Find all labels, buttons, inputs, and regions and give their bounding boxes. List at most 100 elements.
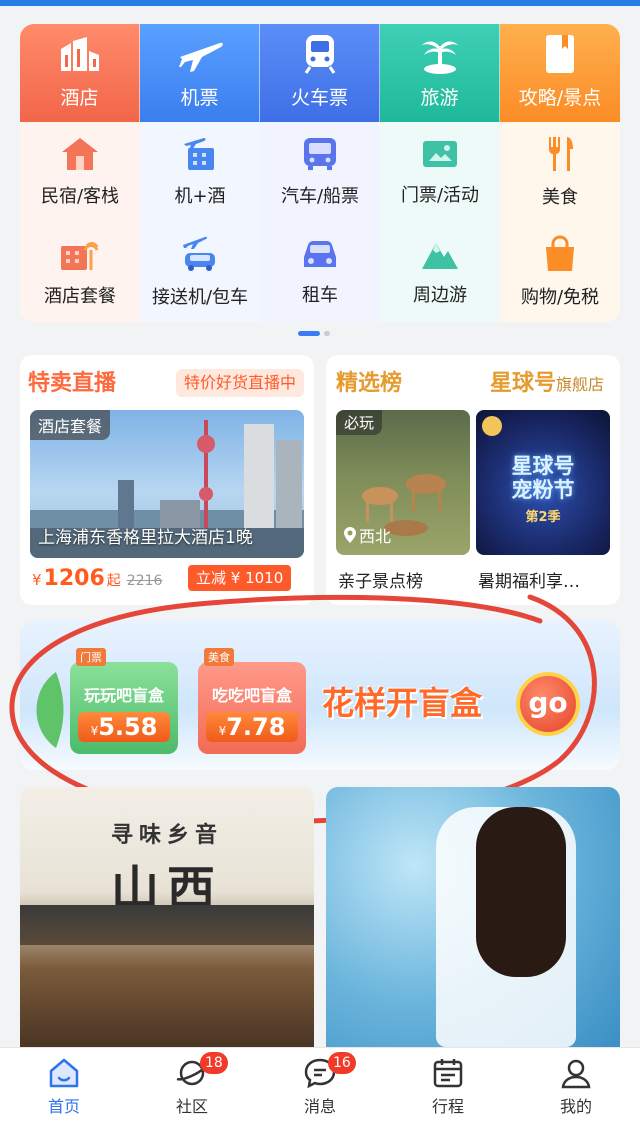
menu-nearby-trips-label: 周边游: [413, 285, 467, 306]
banner-slogan: 花样开盲盒: [322, 684, 483, 722]
menu-flight[interactable]: 机票: [140, 24, 260, 122]
brand-store-link[interactable]: 星球号旗舰店: [490, 365, 604, 397]
guide-book-icon: [546, 35, 574, 73]
live-sale-card[interactable]: 特卖直播 特价好货直播中 酒店套餐 上海浦东香格里拉大酒店1晚 ¥ 1206 起…: [20, 355, 314, 605]
location-text: 西北: [359, 527, 392, 546]
hotel-icon: [60, 37, 99, 71]
feed1-prefix: 寻味乡音: [110, 823, 223, 848]
festival-title: 星球号 宠粉节: [476, 454, 610, 502]
menu-guide[interactable]: 攻略/景点: [500, 24, 620, 122]
menu-train[interactable]: 火车票: [260, 24, 380, 122]
live-sale-tag[interactable]: 特价好货直播中: [175, 369, 304, 397]
car-icon: [304, 241, 336, 267]
service-grid: 酒店 机票 火车票 旅游 攻略/景点 民宿/客栈 机+酒 汽车/船票 门票/活动…: [20, 24, 620, 322]
menu-food[interactable]: 美食: [500, 122, 620, 222]
community-badge: 18: [200, 1052, 228, 1074]
menu-shopping-label: 购物/免税: [520, 287, 600, 308]
portrait-hair-image: [476, 807, 566, 977]
discount-badge: 立减 ¥ 1010: [188, 565, 292, 591]
ranking-card[interactable]: 精选榜 星球号旗舰店 必玩 西北 星球号 宠粉节 第2季 亲子景点榜 暑期福利享…: [326, 355, 620, 605]
bottom-tab-bar: 首页 18 社区 16 消息 行程 我的: [0, 1047, 640, 1125]
tab-profile[interactable]: 我的: [512, 1048, 640, 1125]
box1-price-value: 5.58: [98, 713, 158, 741]
tab-community[interactable]: 18 社区: [128, 1048, 256, 1125]
feed-card-shanxi[interactable]: 寻味乡音 山西: [20, 787, 314, 1047]
menu-travel-label: 旅游: [420, 87, 459, 109]
menu-flight-label: 机票: [180, 87, 219, 109]
original-price: 2216: [126, 573, 163, 589]
leaf-decoration: [36, 672, 64, 748]
top-accent-line: [0, 0, 640, 6]
tab-profile-label: 我的: [559, 1097, 592, 1116]
menu-travel[interactable]: 旅游: [380, 24, 500, 122]
box1-tag: 门票: [76, 648, 106, 666]
page-dot: [324, 331, 330, 336]
main-services-row: 酒店 机票 火车票 旅游 攻略/景点: [20, 24, 620, 122]
menu-car-rental[interactable]: 租车: [260, 222, 380, 322]
festival-season: 第2季: [525, 510, 561, 525]
hotel-caption: 上海浦东香格里拉大酒店1晚: [38, 528, 253, 548]
temple-roof-image: [20, 905, 314, 945]
third-services-row: 酒店套餐 接送机/包车 租车 周边游 购物/免税: [20, 222, 620, 322]
tab-home-label: 首页: [47, 1097, 80, 1116]
menu-hotel-package-label: 酒店套餐: [44, 286, 116, 307]
calendar-icon: [433, 1059, 463, 1088]
box2-name: 吃吃吧盲盒: [211, 686, 292, 705]
tab-itinerary[interactable]: 行程: [384, 1048, 512, 1125]
box1-name: 玩玩吧盲盒: [83, 686, 164, 705]
go-button[interactable]: go: [516, 672, 580, 736]
brand-suffix: 旗舰店: [555, 375, 604, 394]
bus-icon: [304, 138, 336, 170]
menu-nearby-trips[interactable]: 周边游: [380, 222, 500, 322]
feed-card-portrait[interactable]: [326, 787, 620, 1047]
menu-bus-ship-label: 汽车/船票: [280, 186, 360, 207]
menu-bus-ship[interactable]: 汽车/船票: [260, 122, 380, 222]
menu-tickets-label: 门票/活动: [400, 185, 480, 206]
menu-car-rental-label: 租车: [302, 285, 338, 306]
mountain-icon: [422, 243, 458, 269]
festival-line2: 宠粉节: [511, 478, 575, 502]
train-icon: [304, 35, 335, 74]
tab-itinerary-label: 行程: [431, 1097, 464, 1116]
brand-name: 星球号: [489, 371, 556, 396]
ranking-title: 精选榜: [336, 371, 403, 396]
menu-food-label: 美食: [542, 187, 578, 208]
menu-homestay-label: 民宿/客栈: [40, 186, 120, 207]
menu-flight-hotel[interactable]: 机+酒: [140, 122, 260, 222]
play-blind-box[interactable]: 门票 玩玩吧盲盒 ¥5.58: [70, 648, 178, 754]
price-currency: ¥: [32, 571, 42, 589]
festival-line1: 星球号: [511, 454, 575, 478]
shopping-bag-icon: [546, 235, 574, 271]
price-suffix: 起: [106, 573, 121, 589]
eat-blind-box[interactable]: 美食 吃吃吧盲盒 ¥7.78: [198, 648, 306, 754]
blind-box-banner[interactable]: 门票 玩玩吧盲盒 ¥5.58 美食 吃吃吧盲盒 ¥7.78 花样开盲盒 go: [20, 620, 620, 770]
family-spots-photo[interactable]: 必玩 西北: [336, 410, 470, 555]
palm-tree-icon: [421, 41, 458, 74]
must-play-badge: 必玩: [336, 410, 383, 435]
menu-hotel[interactable]: 酒店: [20, 24, 140, 122]
hotel-photo[interactable]: 酒店套餐 上海浦东香格里拉大酒店1晚: [30, 410, 304, 558]
summer-benefits-caption: 暑期福利享…: [478, 572, 580, 592]
location-label: 西北: [344, 523, 391, 547]
airport-transfer-icon: [183, 236, 215, 271]
menu-homestay[interactable]: 民宿/客栈: [20, 122, 140, 222]
fan-festival-poster[interactable]: 星球号 宠粉节 第2季: [476, 410, 610, 555]
menu-guide-label: 攻略/景点: [518, 87, 602, 109]
secondary-services-row: 民宿/客栈 机+酒 汽车/船票 门票/活动 美食: [20, 122, 620, 222]
menu-airport-transfer[interactable]: 接送机/包车: [140, 222, 260, 322]
menu-shopping[interactable]: 购物/免税: [500, 222, 620, 322]
box2-price: ¥7.78: [206, 712, 298, 742]
live-sale-title: 特卖直播: [28, 371, 117, 396]
messages-badge: 16: [328, 1052, 356, 1074]
box2-tag: 美食: [204, 648, 234, 666]
tab-messages[interactable]: 16 消息: [256, 1048, 384, 1125]
menu-hotel-package[interactable]: 酒店套餐: [20, 222, 140, 322]
box1-price: ¥5.58: [78, 712, 170, 742]
page-dot-active: [298, 331, 320, 336]
airplane-icon: [178, 42, 223, 72]
planet-logo-icon: [482, 416, 502, 436]
flight-hotel-icon: [184, 138, 214, 170]
menu-tickets[interactable]: 门票/活动: [380, 122, 500, 222]
grid-page-indicator: [298, 331, 330, 336]
tab-home[interactable]: 首页: [0, 1048, 128, 1125]
